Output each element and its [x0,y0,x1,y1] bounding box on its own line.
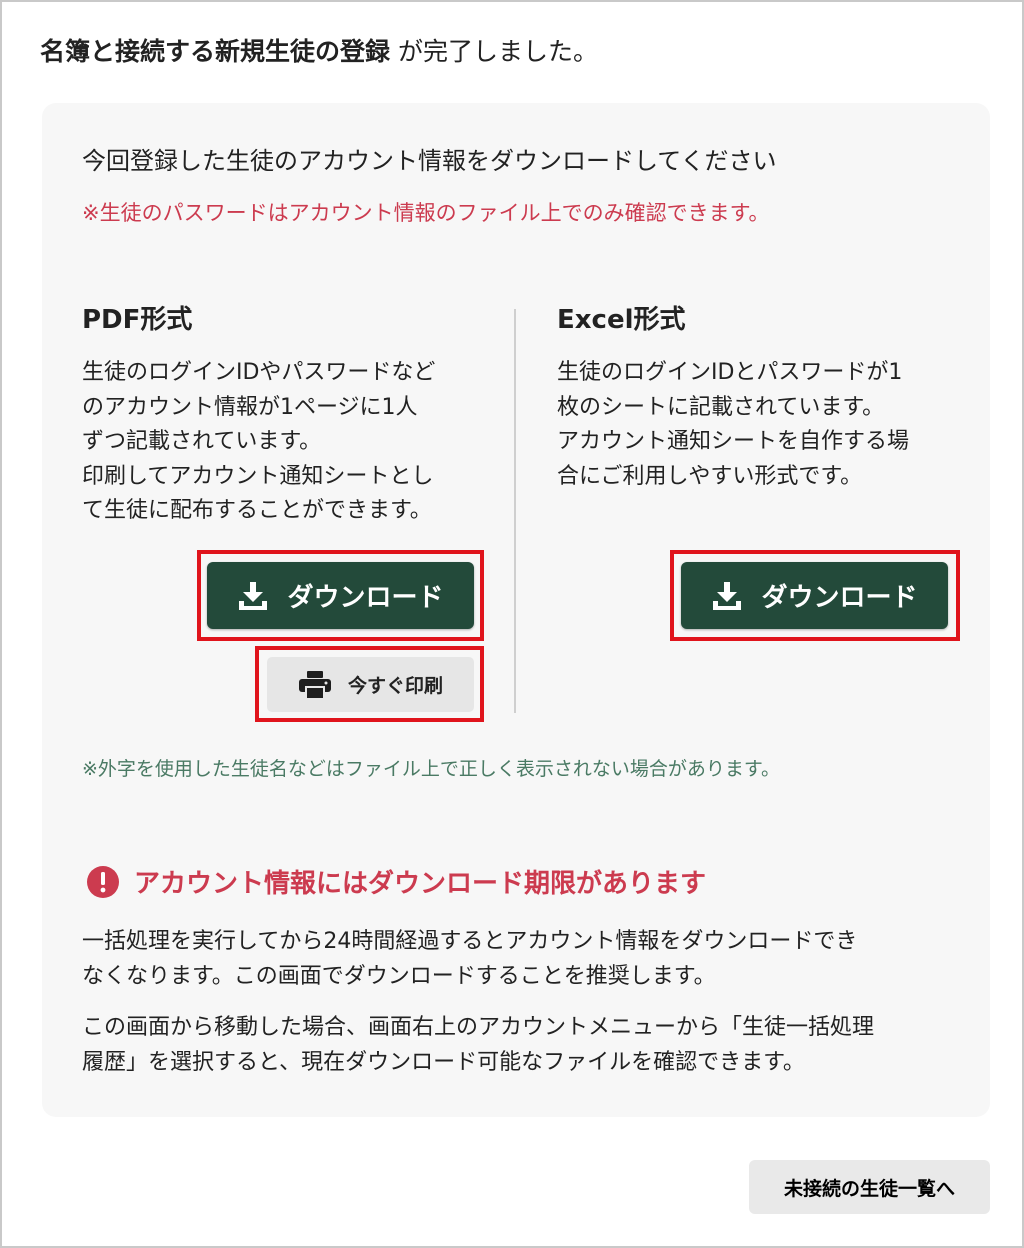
printer-icon [298,670,331,700]
excel-format-description: 生徒のログインIDとパスワードが1 枚のシートに記載されています。 アカウント通… [557,356,957,494]
excel-format-title: Excel形式 [557,305,686,335]
history-paragraph: この画面から移動した場合、画面右上のアカウントメニューから「生徒一括処理 履歴」… [82,1011,874,1080]
paragraph-line: 履歴」を選択すると、現在ダウンロード可能なファイルを確認できます。 [82,1049,805,1075]
download-instruction: 今回登録した生徒のアカウント情報をダウンロードしてください [82,147,777,175]
pdf-desc-line: 印刷してアカウント通知シートとし [82,463,434,489]
pdf-desc-line: ずつ記載されています。 [82,429,322,454]
pdf-format-title: PDF形式 [82,305,193,335]
exclamation-circle-icon [87,865,119,898]
download-icon [713,581,742,610]
gaiji-note: ※外字を使用した生徒名などはファイル上で正しく表示されない場合があります。 [82,758,781,780]
completion-message-rest: が完了しました。 [390,37,598,66]
pdf-download-label: ダウンロード [287,582,444,612]
warning-heading: アカウント情報にはダウンロード期限があります [134,869,707,899]
deadline-paragraph: 一括処理を実行してから24時間経過するとアカウント情報をダウンロードでき なくな… [82,925,857,994]
excel-desc-line: 合にご利用しやすい形式です。 [557,463,863,489]
excel-download-button[interactable]: ダウンロード [681,562,948,629]
excel-desc-line: 生徒のログインIDとパスワードが1 [557,360,903,385]
unconnected-students-list-button[interactable]: 未接続の生徒一覧へ [749,1160,990,1214]
excel-download-label: ダウンロード [761,582,918,612]
pdf-desc-line: て生徒に配布することができます。 [82,498,432,523]
excel-desc-line: 枚のシートに記載されています。 [557,394,885,420]
paragraph-line: 一括処理を実行してから24時間経過するとアカウント情報をダウンロードでき [82,929,858,954]
completion-message: 名簿と接続する新規生徒の登録 が完了しました。 [40,32,598,68]
password-notice: ※生徒のパスワードはアカウント情報のファイル上でのみ確認できます。 [82,201,770,225]
pdf-download-button[interactable]: ダウンロード [207,562,474,629]
paragraph-line: なくなります。この画面でダウンロードすることを推奨します。 [82,963,716,989]
pdf-format-description: 生徒のログインIDやパスワードなど のアカウント情報が1ページに1人 ずつ記載さ… [82,356,482,529]
download-icon [239,581,268,610]
dialog-frame: 名簿と接続する新規生徒の登録 が完了しました。 今回登録した生徒のアカウント情報… [0,0,1024,1248]
download-deadline-warning: アカウント情報にはダウンロード期限があります [86,863,706,900]
pdf-format-section: PDF形式 生徒のログインIDやパスワードなど のアカウント情報が1ページに1人… [82,299,482,529]
excel-format-section: Excel形式 生徒のログインIDとパスワードが1 枚のシートに記載されています… [557,299,957,494]
paragraph-line: この画面から移動した場合、画面右上のアカウントメニューから「生徒一括処理 [82,1015,875,1040]
account-info-panel: 今回登録した生徒のアカウント情報をダウンロードしてください ※生徒のパスワードは… [42,103,990,1117]
pdf-desc-line: 生徒のログインIDやパスワードなど [82,360,436,385]
column-divider [514,309,516,713]
excel-desc-line: アカウント通知シートを自作する場 [557,429,910,454]
print-now-button[interactable]: 今すぐ印刷 [267,657,474,712]
completion-message-strong: 名簿と接続する新規生徒の登録 [40,37,391,66]
print-now-label: 今すぐ印刷 [347,676,443,697]
pdf-desc-line: のアカウント情報が1ページに1人 [82,394,418,420]
